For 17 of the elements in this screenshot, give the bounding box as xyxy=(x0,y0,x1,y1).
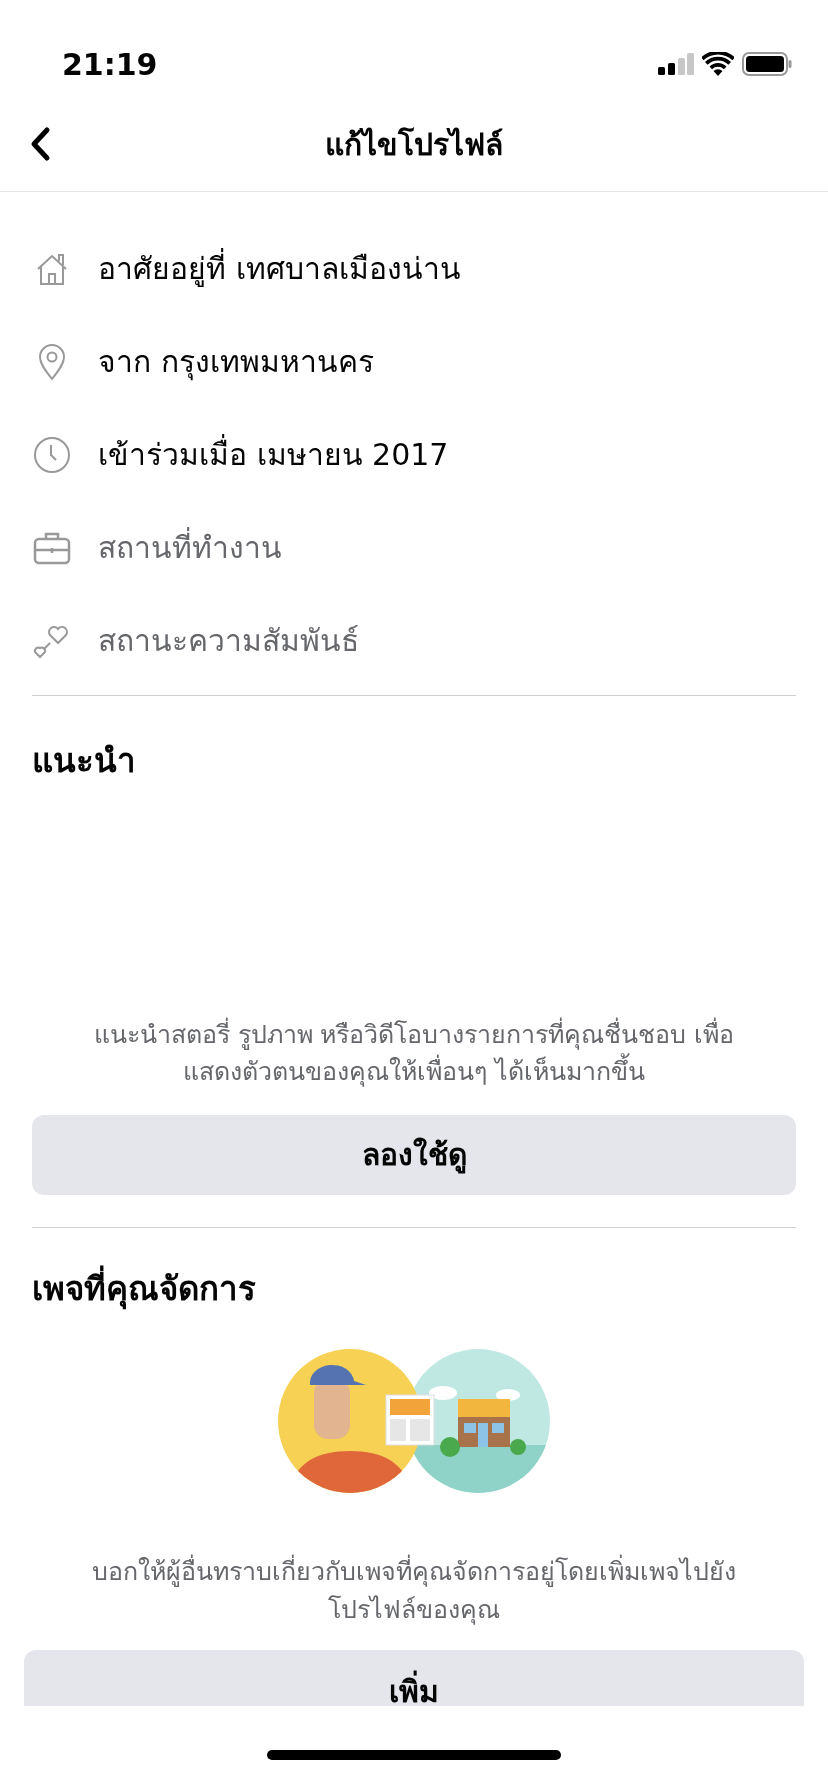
try-button[interactable]: ลองใช้ดู xyxy=(32,1114,796,1195)
battery-icon xyxy=(742,52,792,76)
detail-text[interactable]: อาศัยอยู่ที่ เทศบาลเมืองน่าน xyxy=(98,246,461,291)
detail-text[interactable]: เข้าร่วมเมื่อ เมษายน 2017 xyxy=(98,432,449,477)
status-time: 21:19 xyxy=(62,45,158,84)
detail-text[interactable]: จาก กรุงเทพมหานคร xyxy=(98,339,374,384)
description-text: บอกให้ผู้อื่นทราบเกี่ยวกับเพจที่คุณจัดการอยู่โดยเพิ่มเพจไปยังโปรไฟล์ของคุณ xyxy=(0,1553,828,1628)
clock-icon xyxy=(32,434,72,475)
signal-icon xyxy=(658,53,694,75)
add-detail-link[interactable]: สถานที่ทำงาน xyxy=(98,525,282,570)
add-detail-link[interactable]: สถานะความสัมพันธ์ xyxy=(98,618,359,663)
section-heading: แนะนำ xyxy=(31,740,137,782)
page-title: แก้ไขโปรไฟล์ xyxy=(325,126,503,164)
section-heading: เพจที่คุณจัดการ xyxy=(0,1263,828,1313)
wifi-icon xyxy=(702,52,734,76)
add-button[interactable]: เพิ่ม xyxy=(24,1650,804,1706)
description-text: แนะนำสตอรี่ รูปภาพ หรือวิดีโอบางรายการที่คุณชื่นชอบ เพื่อแสดงตัวตนของคุณให้เพื่อนๆ ได้เห็นมากขึ้น xyxy=(92,1016,736,1089)
